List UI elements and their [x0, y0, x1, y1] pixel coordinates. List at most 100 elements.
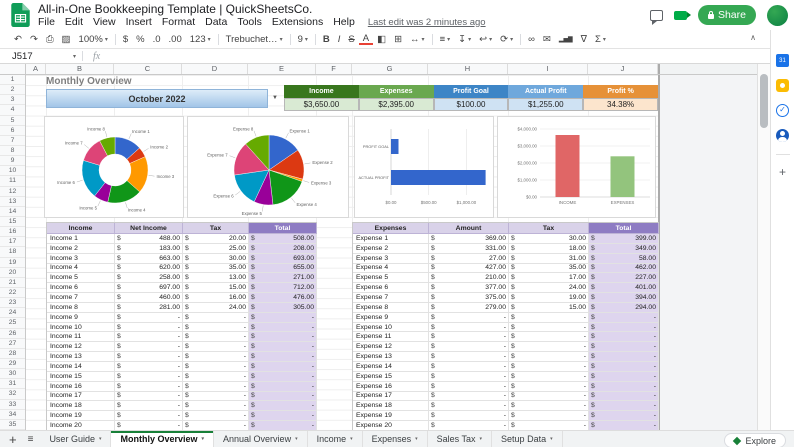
income-row-19-name-cell[interactable]: Income 19 [47, 411, 115, 422]
income-row-7-name-cell[interactable]: Income 7 [47, 293, 115, 303]
income-row-14-cell-2[interactable]: $ - [183, 361, 249, 372]
row-header-10[interactable]: 10 [0, 166, 25, 177]
row-header-19[interactable]: 19 [0, 258, 25, 268]
card-profit-value[interactable]: 34.38% [583, 98, 658, 111]
zoom-select[interactable]: 100% [75, 34, 112, 45]
column-header-h[interactable]: H [428, 64, 508, 74]
expense-row-13-cell-3[interactable]: $ - [589, 352, 659, 362]
explore-button[interactable]: Explore [724, 433, 786, 447]
expense-row-9-cell-1[interactable]: $ - [429, 312, 509, 323]
income-row-12-cell-3[interactable]: $ - [249, 342, 317, 353]
expense-row-4-cell-3[interactable]: $462.00 [589, 263, 659, 274]
sheet-tab-sales-tax[interactable]: Sales Tax ▾ [428, 431, 493, 447]
scrollbar-thumb[interactable] [760, 74, 768, 128]
expense-row-20-cell-2[interactable]: $ - [509, 421, 589, 430]
income-row-5-cell-2[interactable]: $13.00 [183, 273, 249, 284]
keep-icon[interactable] [776, 79, 789, 92]
decrease-decimals-icon[interactable]: .0 [149, 34, 165, 45]
income-row-9-cell-1[interactable]: $ - [115, 312, 183, 323]
expense-row-8-name-cell[interactable]: Expense 8 [353, 302, 429, 313]
column-header-a[interactable]: A [26, 64, 46, 74]
row-header-7[interactable]: 7 [0, 136, 25, 146]
fill-color-icon[interactable]: ◧ [373, 34, 390, 45]
expense-row-13-cell-1[interactable]: $ - [429, 352, 509, 362]
expense-row-18-cell-2[interactable]: $ - [509, 401, 589, 412]
expense-row-15-cell-2[interactable]: $ - [509, 371, 589, 382]
income-row-3-cell-1[interactable]: $663.00 [115, 253, 183, 264]
row-header-6[interactable]: 6 [0, 126, 25, 136]
expense-row-4-name-cell[interactable]: Expense 4 [353, 263, 429, 274]
expense-row-17-cell-2[interactable]: $ - [509, 391, 589, 402]
tab-menu-caret-icon[interactable]: ▾ [99, 436, 102, 442]
income-row-20-cell-1[interactable]: $ - [115, 421, 183, 430]
income-row-10-cell-3[interactable]: $ - [249, 322, 317, 333]
month-dropdown-icon[interactable]: ▼ [272, 95, 278, 101]
expense-row-13-name-cell[interactable]: Expense 13 [353, 352, 429, 362]
expense-row-3-name-cell[interactable]: Expense 3 [353, 253, 429, 264]
row-header-17[interactable]: 17 [0, 237, 25, 248]
expense-row-5-cell-3[interactable]: $227.00 [589, 273, 659, 284]
row-header-9[interactable]: 9 [0, 156, 25, 167]
income-header-income[interactable]: Income [47, 223, 115, 234]
strikethrough-icon[interactable]: S [344, 34, 358, 45]
income-row-1-cell-3[interactable]: $508.00 [249, 234, 317, 244]
row-header-35[interactable]: 35 [0, 420, 25, 430]
income-row-7-cell-2[interactable]: $16.00 [183, 293, 249, 303]
format-percent-icon[interactable]: % [132, 34, 148, 45]
income-row-20-cell-2[interactable]: $ - [183, 421, 249, 430]
income-row-6-cell-2[interactable]: $15.00 [183, 283, 249, 294]
text-wrap-icon[interactable]: ↩ [475, 34, 496, 45]
expense-row-19-cell-3[interactable]: $ - [589, 411, 659, 422]
expense-row-9-name-cell[interactable]: Expense 9 [353, 312, 429, 323]
row-header-25[interactable]: 25 [0, 318, 25, 329]
income-row-8-cell-3[interactable]: $305.00 [249, 302, 317, 313]
income-row-14-cell-1[interactable]: $ - [115, 361, 183, 372]
column-header-c[interactable]: C [114, 64, 182, 74]
expense-row-1-cell-3[interactable]: $399.00 [589, 234, 659, 244]
calendar-icon[interactable]: 31 [776, 54, 789, 67]
income-row-3-name-cell[interactable]: Income 3 [47, 253, 115, 264]
income-row-12-name-cell[interactable]: Income 12 [47, 342, 115, 353]
income-row-18-name-cell[interactable]: Income 18 [47, 401, 115, 412]
expense-row-2-cell-3[interactable]: $349.00 [589, 243, 659, 254]
expense-row-17-name-cell[interactable]: Expense 17 [353, 391, 429, 402]
expense-row-6-cell-3[interactable]: $401.00 [589, 283, 659, 294]
menu-file[interactable]: File [33, 16, 60, 28]
expense-row-14-cell-3[interactable]: $ - [589, 361, 659, 372]
expense-row-18-cell-1[interactable]: $ - [429, 401, 509, 412]
income-row-11-name-cell[interactable]: Income 11 [47, 332, 115, 343]
expense-row-19-name-cell[interactable]: Expense 19 [353, 411, 429, 422]
italic-icon[interactable]: I [334, 34, 345, 45]
income-row-14-cell-3[interactable]: $ - [249, 361, 317, 372]
share-button[interactable]: Share [697, 5, 756, 25]
expense-row-5-cell-1[interactable]: $210.00 [429, 273, 509, 284]
row-header-29[interactable]: 29 [0, 359, 25, 370]
expense-row-20-name-cell[interactable]: Expense 20 [353, 421, 429, 430]
profit-goal-chart[interactable]: $0.00 $500.00 $1,000.00 PROFIT GOAL ACTUAL P… [354, 116, 494, 218]
row-header-3[interactable]: 3 [0, 95, 25, 106]
column-header-b[interactable]: B [46, 64, 114, 74]
row-header-26[interactable]: 26 [0, 329, 25, 339]
all-sheets-button[interactable]: ≡ [26, 434, 41, 445]
row-header-8[interactable]: 8 [0, 146, 25, 157]
row-header-16[interactable]: 16 [0, 227, 25, 238]
income-expense-bar-chart[interactable]: $0.00 $1,000.00 $2,000.00 $3,000.00 $4,000.0… [497, 116, 656, 218]
income-row-18-cell-1[interactable]: $ - [115, 401, 183, 412]
contacts-icon[interactable] [776, 129, 789, 142]
income-row-4-cell-1[interactable]: $620.00 [115, 263, 183, 274]
expense-row-19-cell-1[interactable]: $ - [429, 411, 509, 422]
expense-row-6-cell-1[interactable]: $377.00 [429, 283, 509, 294]
last-edit-status[interactable]: Last edit was 2 minutes ago [368, 17, 486, 28]
row-header-24[interactable]: 24 [0, 308, 25, 319]
expense-row-15-cell-1[interactable]: $ - [429, 371, 509, 382]
get-addons-icon[interactable]: + [779, 166, 786, 178]
expense-row-14-name-cell[interactable]: Expense 14 [353, 361, 429, 372]
functions-icon[interactable]: Σ [591, 34, 610, 45]
column-header-j[interactable]: J [588, 64, 658, 74]
vertical-scrollbar[interactable] [757, 64, 770, 430]
income-row-4-cell-3[interactable]: $655.00 [249, 263, 317, 274]
income-row-2-name-cell[interactable]: Income 2 [47, 243, 115, 254]
expense-row-1-cell-1[interactable]: $369.00 [429, 234, 509, 244]
bold-icon[interactable]: B [319, 34, 334, 45]
format-currency-icon[interactable]: $ [119, 34, 132, 45]
